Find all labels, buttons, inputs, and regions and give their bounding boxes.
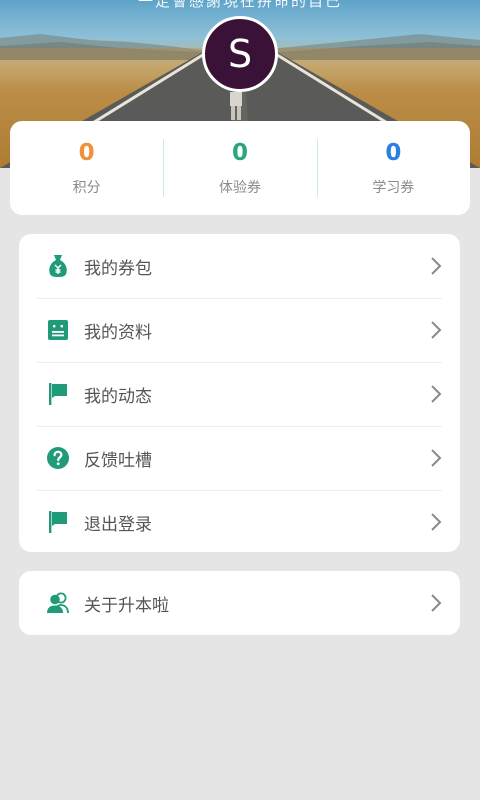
menu-item-coupon-wallet[interactable]: 我的券包 [19, 234, 460, 298]
menu-item-my-profile[interactable]: 我的资料 [19, 298, 460, 362]
stat-study-coupons-label: 学习券 [372, 179, 415, 196]
flag-icon [46, 510, 70, 534]
menu-item-label: 我的资料 [84, 322, 152, 343]
stats-card: 0 积分 0 体验券 0 学习券 [10, 121, 470, 215]
menu-card: 我的券包 我的资料 我的动态 反馈吐槽 退出登录 [19, 234, 460, 552]
menu-item-label: 我的动态 [84, 386, 152, 407]
users-icon [46, 591, 70, 615]
menu-item-label: 反馈吐槽 [84, 450, 152, 471]
flag-icon [46, 382, 70, 406]
menu-item-about[interactable]: 关于升本啦 [19, 571, 460, 635]
stat-study-coupons[interactable]: 0 学习券 [316, 121, 470, 215]
menu-item-logout[interactable]: 退出登录 [19, 490, 460, 554]
stat-points-label: 积分 [72, 179, 101, 196]
stat-study-coupons-value: 0 [385, 139, 402, 166]
stat-trial-coupons[interactable]: 0 体验券 [163, 121, 316, 215]
stat-points[interactable]: 0 积分 [10, 121, 163, 215]
header-motto: 一定會感謝現在拼命的自己 [137, 0, 342, 10]
money-bag-icon [46, 254, 70, 278]
menu-item-label: 关于升本啦 [84, 595, 169, 616]
chevron-right-icon [431, 449, 442, 467]
stat-trial-coupons-label: 体验券 [218, 179, 261, 196]
menu-item-label: 我的券包 [84, 258, 152, 279]
walker-figure [230, 92, 242, 120]
chevron-right-icon [431, 385, 442, 403]
stat-trial-coupons-value: 0 [231, 139, 248, 166]
chevron-right-icon [431, 321, 442, 339]
chevron-right-icon [431, 257, 442, 275]
question-icon [46, 446, 70, 470]
stat-points-value: 0 [78, 139, 95, 166]
menu-item-feedback[interactable]: 反馈吐槽 [19, 426, 460, 490]
avatar[interactable]: S [202, 16, 278, 92]
menu-item-my-activity[interactable]: 我的动态 [19, 362, 460, 426]
chevron-right-icon [431, 513, 442, 531]
menu-item-label: 退出登录 [84, 514, 152, 535]
chevron-right-icon [431, 594, 442, 612]
profile-card-icon [46, 318, 70, 342]
about-card: 关于升本啦 [19, 571, 460, 635]
